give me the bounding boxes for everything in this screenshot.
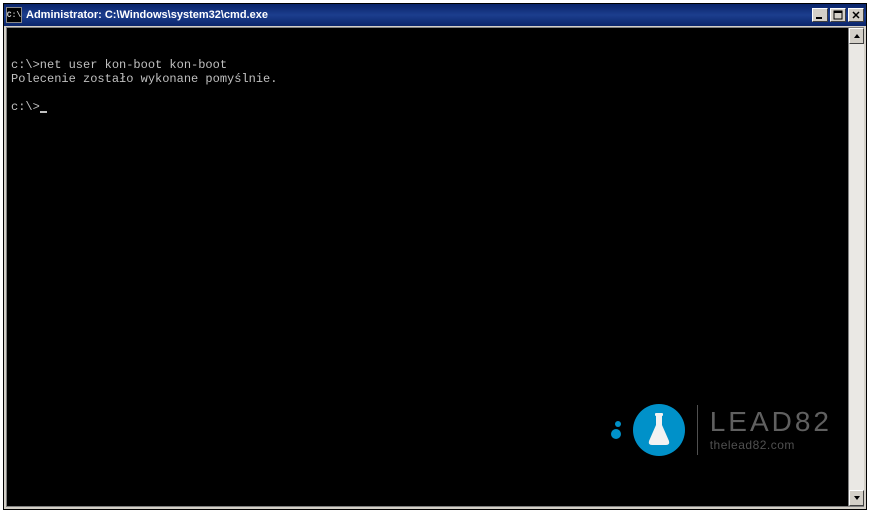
close-button[interactable] <box>848 8 864 22</box>
watermark-brand: LEAD82 <box>710 408 832 436</box>
console-output[interactable]: c:\>net user kon-boot kon-bootPolecenie … <box>7 28 848 506</box>
content-area: c:\>net user kon-boot kon-bootPolecenie … <box>6 27 864 507</box>
console-line: c:\>net user kon-boot kon-boot <box>11 58 844 72</box>
watermark-text: LEAD82 thelead82.com <box>710 408 832 452</box>
window-frame: c:\>net user kon-boot kon-bootPolecenie … <box>4 26 866 509</box>
cursor <box>40 111 47 113</box>
cmd-icon: C:\ <box>6 7 22 23</box>
window-controls <box>810 8 864 22</box>
cmd-window: C:\ Administrator: C:\Windows\system32\c… <box>3 3 867 510</box>
watermark-url: thelead82.com <box>710 438 832 452</box>
watermark: LEAD82 thelead82.com <box>611 404 832 456</box>
bubble-icon <box>611 429 621 439</box>
scroll-down-button[interactable] <box>849 490 864 506</box>
console-line: Polecenie zostało wykonane pomyślnie. <box>11 72 844 86</box>
window-title: Administrator: C:\Windows\system32\cmd.e… <box>26 9 810 21</box>
flask-icon <box>645 413 673 447</box>
cmd-icon-label: C:\ <box>7 11 21 20</box>
bubble-icon <box>615 421 621 427</box>
scroll-up-button[interactable] <box>849 28 864 44</box>
watermark-divider <box>697 405 698 455</box>
scroll-track[interactable] <box>849 44 864 490</box>
maximize-button[interactable] <box>830 8 846 22</box>
titlebar[interactable]: C:\ Administrator: C:\Windows\system32\c… <box>4 4 866 26</box>
console-prompt: c:\> <box>11 100 40 114</box>
watermark-logo <box>633 404 685 456</box>
watermark-bubbles <box>611 421 621 439</box>
vertical-scrollbar[interactable] <box>848 28 864 506</box>
minimize-button[interactable] <box>812 8 828 22</box>
